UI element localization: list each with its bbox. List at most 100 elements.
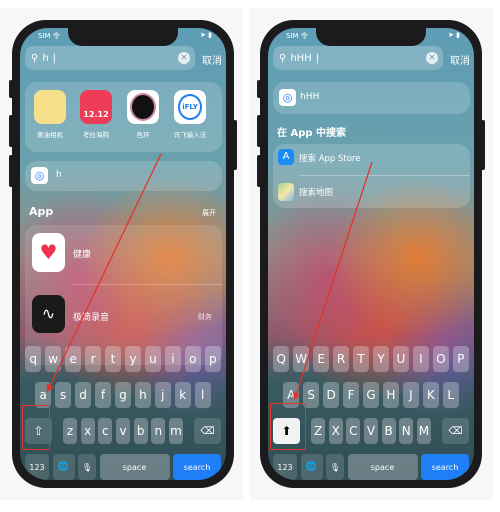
- key-e[interactable]: E: [312, 346, 330, 372]
- numbers-key[interactable]: 123: [25, 454, 49, 480]
- key-o[interactable]: o: [184, 346, 202, 372]
- maps-icon: [278, 183, 294, 201]
- key-i[interactable]: i: [164, 346, 182, 372]
- app-item[interactable]: iFLY 讯飞输入法: [173, 90, 207, 139]
- globe-icon[interactable]: 🌐: [52, 454, 75, 480]
- web-suggestion-row[interactable]: ◎ hHH: [273, 82, 470, 114]
- waveform-icon: ∿: [32, 295, 65, 333]
- notch: [316, 28, 426, 46]
- key-w[interactable]: w: [44, 346, 62, 372]
- key-e[interactable]: e: [64, 346, 82, 372]
- key-j[interactable]: j: [154, 382, 172, 408]
- microphone-icon[interactable]: 🎙: [78, 454, 96, 480]
- web-suggestion-row[interactable]: ◎ h: [25, 161, 222, 191]
- notch: [68, 28, 178, 46]
- key-m[interactable]: M: [416, 418, 431, 444]
- key-t[interactable]: t: [104, 346, 122, 372]
- cancel-button[interactable]: 取消: [202, 52, 222, 67]
- shift-highlight-box: [270, 403, 306, 450]
- key-q[interactable]: q: [25, 346, 42, 372]
- key-g[interactable]: G: [362, 382, 380, 408]
- key-u[interactable]: U: [392, 346, 410, 372]
- key-p[interactable]: P: [452, 346, 470, 372]
- key-f[interactable]: f: [94, 382, 112, 408]
- key-b[interactable]: B: [381, 418, 396, 444]
- numbers-key[interactable]: 123: [273, 454, 297, 480]
- key-z[interactable]: z: [63, 418, 78, 444]
- key-x[interactable]: X: [328, 418, 343, 444]
- key-w[interactable]: W: [292, 346, 310, 372]
- delete-key[interactable]: ⌫: [193, 418, 221, 444]
- space-key[interactable]: space: [99, 454, 170, 480]
- app-item[interactable]: 黄油相机: [33, 90, 67, 139]
- search-input[interactable]: ⚲ hHH | ✕: [273, 46, 443, 70]
- clear-icon[interactable]: ✕: [178, 52, 190, 64]
- result-label[interactable]: 搜索地图: [299, 186, 333, 198]
- key-u[interactable]: u: [144, 346, 162, 372]
- key-c[interactable]: c: [98, 418, 113, 444]
- status-carrier: SIM 令: [38, 32, 60, 40]
- key-k[interactable]: K: [422, 382, 439, 408]
- clear-icon[interactable]: ✕: [426, 52, 438, 64]
- key-i[interactable]: I: [412, 346, 430, 372]
- app-item[interactable]: 12.12 考拉海购: [79, 90, 113, 139]
- search-button[interactable]: search: [421, 454, 469, 480]
- app-suggestions-card: 黄油相机 12.12 考拉海购 色环 iFLY 讯飞输入法: [25, 82, 222, 152]
- result-label[interactable]: 极简录音: [73, 310, 109, 323]
- app-icon: [34, 90, 66, 124]
- key-f[interactable]: F: [342, 382, 360, 408]
- safari-icon: ◎: [31, 167, 48, 184]
- key-q[interactable]: Q: [273, 346, 290, 372]
- suggestion-text: h: [56, 170, 62, 180]
- key-y[interactable]: y: [124, 346, 142, 372]
- expand-link[interactable]: 展开: [202, 208, 216, 218]
- key-l[interactable]: L: [442, 382, 459, 408]
- battery-icon: ➤ ▮: [200, 31, 212, 39]
- key-x[interactable]: x: [80, 418, 95, 444]
- key-g[interactable]: g: [114, 382, 132, 408]
- key-c[interactable]: C: [346, 418, 361, 444]
- keyboard-row: QWERTYUIOP: [273, 346, 470, 372]
- key-d[interactable]: d: [74, 382, 92, 408]
- globe-icon[interactable]: 🌐: [300, 454, 323, 480]
- key-k[interactable]: k: [174, 382, 191, 408]
- key-m[interactable]: m: [168, 418, 183, 444]
- key-j[interactable]: J: [402, 382, 420, 408]
- search-input[interactable]: ⚲ h | ✕: [25, 46, 195, 70]
- keyboard-row: asdfghjkl: [25, 382, 221, 408]
- key-s[interactable]: s: [54, 382, 72, 408]
- delete-key[interactable]: ⌫: [441, 418, 469, 444]
- battery-icon: ➤ ▮: [448, 31, 460, 39]
- key-t[interactable]: T: [352, 346, 370, 372]
- microphone-icon[interactable]: 🎙: [326, 454, 344, 480]
- key-v[interactable]: v: [115, 418, 131, 444]
- key-n[interactable]: N: [399, 418, 414, 444]
- search-icon: ⚲: [279, 52, 287, 64]
- key-l[interactable]: l: [194, 382, 211, 408]
- key-b[interactable]: b: [133, 418, 148, 444]
- divider: [299, 175, 470, 176]
- section-title: 在 App 中搜索: [277, 128, 347, 139]
- search-button[interactable]: search: [173, 454, 221, 480]
- key-p[interactable]: p: [204, 346, 222, 372]
- app-item[interactable]: 色环: [126, 90, 160, 139]
- key-z[interactable]: Z: [311, 418, 326, 444]
- key-h[interactable]: h: [134, 382, 152, 408]
- keyboard-row: ⇧ z x c v b n m ⌫: [25, 418, 221, 444]
- key-r[interactable]: R: [332, 346, 350, 372]
- key-d[interactable]: D: [322, 382, 340, 408]
- search-value: hHH: [290, 52, 312, 64]
- key-n[interactable]: n: [151, 418, 166, 444]
- space-key[interactable]: space: [347, 454, 418, 480]
- cancel-button[interactable]: 取消: [450, 52, 470, 67]
- key-v[interactable]: V: [363, 418, 379, 444]
- key-h[interactable]: H: [382, 382, 400, 408]
- key-r[interactable]: r: [84, 346, 102, 372]
- result-label[interactable]: 搜索 App Store: [299, 152, 360, 164]
- keyboard: q w e r t y u i o p a s d f g h j k l ⇧ z x c v b n m ⌫ 123 🌐 🎙 space se…: [25, 346, 222, 480]
- heart-icon: ♥: [32, 233, 65, 272]
- key-o[interactable]: O: [432, 346, 450, 372]
- key-y[interactable]: Y: [372, 346, 390, 372]
- result-label[interactable]: 健康: [73, 247, 91, 260]
- screen: SIM 令 ➤ ▮ ⚲ h | ✕ 取消 黄油相机 12.12 考拉海购 色环 iF…: [20, 28, 226, 480]
